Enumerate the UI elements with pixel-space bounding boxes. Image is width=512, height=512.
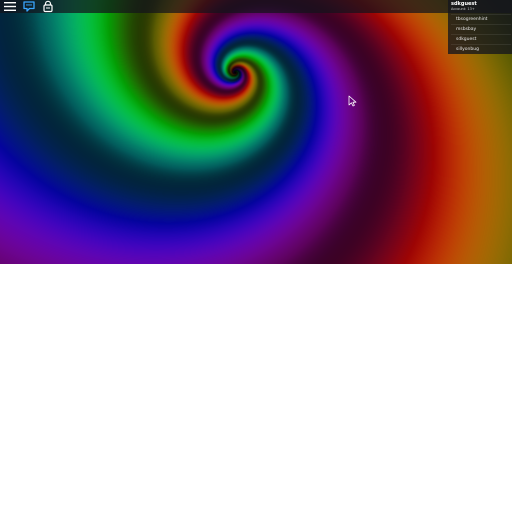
player-list-panel: sdkguest Account: 13+ tbsogreenhint msbs… [448, 0, 512, 54]
player-name: tbsogreenhint [456, 17, 488, 22]
player-row[interactable]: tbsogreenhint [451, 14, 511, 24]
player-row[interactable]: msbsbay [451, 24, 511, 34]
player-name: sillyonbug [456, 47, 479, 52]
rainbow-spiral-scene [0, 0, 512, 264]
chat-bubble-icon [23, 1, 35, 12]
local-user-entry[interactable]: sdkguest Account: 13+ [451, 1, 511, 12]
local-user-account: Account: 13+ [451, 7, 475, 11]
top-bar [0, 0, 512, 13]
menu-button[interactable] [2, 0, 18, 13]
backpack-icon [43, 0, 53, 13]
player-row[interactable]: sillyonbug [451, 44, 511, 54]
hamburger-menu-icon [4, 2, 16, 11]
mouse-cursor-icon [348, 95, 357, 107]
chat-button[interactable] [21, 0, 37, 13]
player-name: sdkguest [456, 37, 477, 42]
game-viewport[interactable]: sdkguest Account: 13+ tbsogreenhint msbs… [0, 0, 512, 264]
empty-content-area [0, 264, 512, 512]
backpack-button[interactable] [40, 0, 56, 13]
player-name: msbsbay [456, 27, 477, 32]
player-row[interactable]: sdkguest [451, 34, 511, 44]
